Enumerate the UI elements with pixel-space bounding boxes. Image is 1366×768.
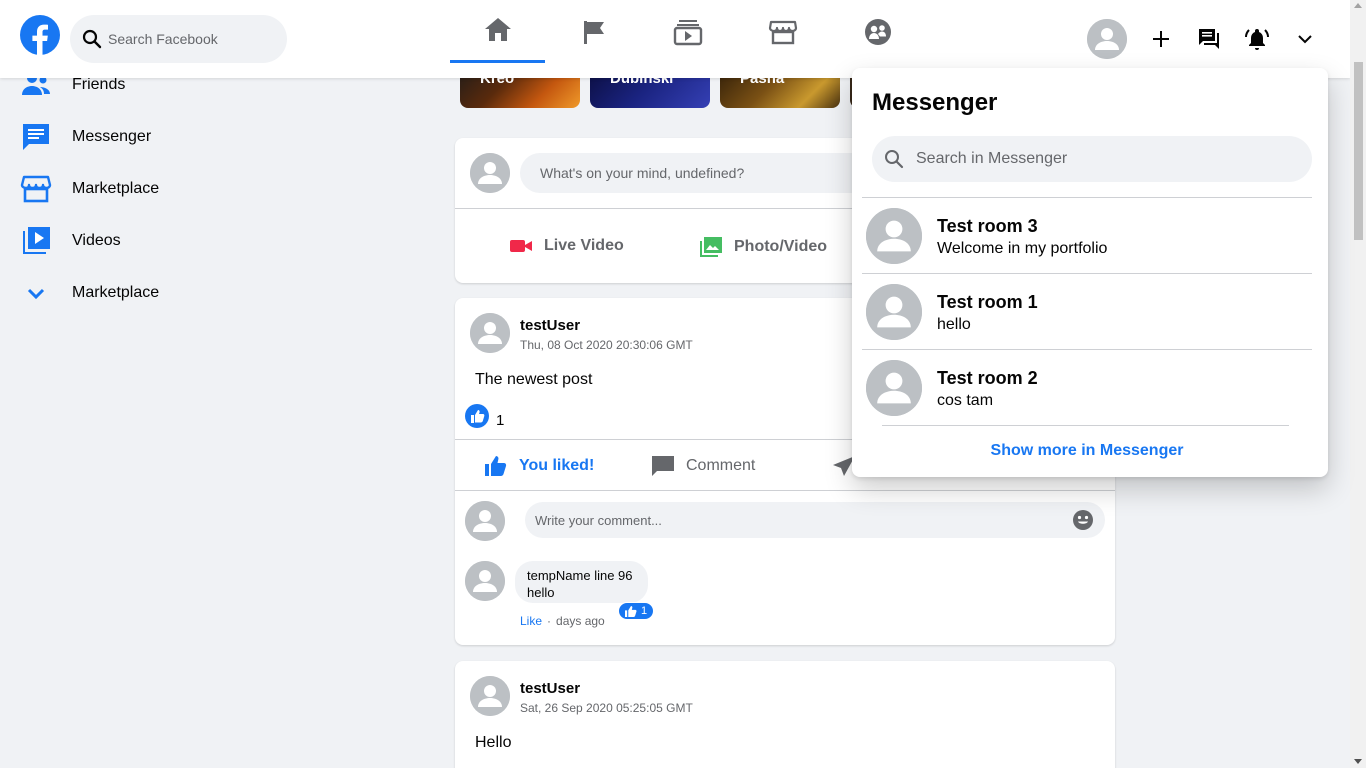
avatar[interactable] <box>465 561 505 601</box>
post-date: Sat, 26 Sep 2020 05:25:05 GMT <box>520 701 693 715</box>
like-label: You liked! <box>519 457 595 474</box>
sidebar-item-label: Messenger <box>72 128 152 145</box>
sidebar-item-marketplace[interactable]: Marketplace <box>20 169 159 209</box>
messenger-icon <box>20 121 52 153</box>
avatar[interactable] <box>470 313 510 353</box>
messenger-chat-icon[interactable] <box>1197 27 1221 51</box>
live-video-button[interactable]: Live Video <box>510 237 624 255</box>
flag-icon <box>583 20 604 44</box>
comment-input[interactable]: Write your comment... <box>525 502 1105 538</box>
plus-icon[interactable] <box>1149 27 1173 51</box>
room-last-message: Welcome in my portfolio <box>937 240 1108 257</box>
comment-bubble: tempName line 96 hello <box>515 561 648 603</box>
avatar[interactable] <box>470 676 510 716</box>
comment-time: days ago <box>556 614 605 628</box>
photo-video-label: Photo/Video <box>734 238 828 255</box>
sidebar-item-messenger[interactable]: Messenger <box>20 117 151 157</box>
chevron-down-icon[interactable] <box>1293 27 1317 51</box>
top-navigation-bar <box>0 0 1350 78</box>
room-last-message: cos tam <box>937 392 994 409</box>
divider <box>882 425 1289 426</box>
avatar <box>866 208 922 264</box>
search-icon <box>82 29 102 49</box>
chat-room-item[interactable]: Test room 1 hello <box>862 273 1312 349</box>
facebook-logo-icon[interactable] <box>20 15 60 55</box>
room-name: Test room 1 <box>937 292 1038 312</box>
search-input[interactable] <box>108 31 278 47</box>
post-author[interactable]: testUser <box>520 317 580 334</box>
divider <box>455 490 1115 491</box>
home-icon <box>484 18 511 41</box>
tab-home[interactable] <box>450 0 545 63</box>
messenger-search[interactable] <box>872 136 1312 182</box>
room-name: Test room 2 <box>937 368 1038 388</box>
comment-like-badge: 1 <box>618 602 655 620</box>
sidebar-item-label: Marketplace <box>72 284 160 301</box>
sidebar-item-see-more[interactable]: Marketplace <box>20 273 159 313</box>
comment-button[interactable]: Comment <box>652 456 755 476</box>
post-author[interactable]: testUser <box>520 680 580 697</box>
room-name: Test room 3 <box>937 216 1038 236</box>
tab-groups[interactable] <box>830 0 925 63</box>
sidebar-item-label: Marketplace <box>72 180 160 197</box>
separator-dot: · <box>547 614 552 628</box>
like-button[interactable]: You liked! <box>485 456 594 476</box>
like-count[interactable]: 1 <box>496 412 504 429</box>
comment-author[interactable]: tempName line 96 <box>527 568 633 583</box>
room-last-message: hello <box>937 316 971 333</box>
videos-icon <box>20 225 52 257</box>
tab-pages[interactable] <box>546 0 641 63</box>
scrollbar-thumb[interactable] <box>1354 62 1363 240</box>
bell-icon[interactable] <box>1245 27 1269 51</box>
sidebar-item-videos[interactable]: Videos <box>20 221 121 261</box>
scroll-down-arrow-icon[interactable] <box>1354 759 1362 764</box>
comment-text: hello <box>527 585 555 600</box>
comment-like-link[interactable]: Like <box>520 614 542 628</box>
chat-room-item[interactable]: Test room 3 Welcome in my portfolio <box>862 197 1312 273</box>
page-scrollbar[interactable] <box>1350 0 1366 768</box>
avatar <box>866 360 922 416</box>
live-video-label: Live Video <box>544 237 624 254</box>
video-camera-icon <box>510 240 532 252</box>
avatar <box>470 153 510 193</box>
profile-avatar[interactable] <box>1087 19 1127 59</box>
post-text: The newest post <box>475 371 593 388</box>
comment-like-count: 1 <box>641 605 648 617</box>
marketplace-icon <box>20 173 52 205</box>
sidebar-item-label: Videos <box>72 232 121 249</box>
avatar <box>866 284 922 340</box>
post-date: Thu, 08 Oct 2020 20:30:06 GMT <box>520 338 693 352</box>
watch-icon <box>673 19 702 45</box>
emoji-icon[interactable] <box>1073 510 1093 530</box>
photo-icon <box>700 237 722 257</box>
facebook-search[interactable] <box>70 15 287 63</box>
messenger-title: Messenger <box>872 89 998 116</box>
comment-icon <box>652 456 674 476</box>
chevron-down-icon <box>20 277 52 309</box>
show-more-messenger-link[interactable]: Show more in Messenger <box>852 442 1322 460</box>
scroll-up-arrow-icon[interactable] <box>1354 3 1362 8</box>
status-input-placeholder: What's on your mind, undefined? <box>540 165 745 181</box>
chat-room-item[interactable]: Test room 2 cos tam <box>862 349 1312 425</box>
thumbs-up-icon <box>485 456 507 476</box>
comment-actions: Like · days ago <box>520 614 605 628</box>
messenger-dropdown: Messenger Test room 3 Welcome in my port… <box>852 68 1328 477</box>
search-icon <box>885 150 904 169</box>
tab-watch[interactable] <box>640 0 735 63</box>
comment-label: Comment <box>686 457 756 474</box>
groups-icon <box>864 18 891 45</box>
photo-video-button[interactable]: Photo/Video <box>700 237 827 257</box>
thumbs-up-icon <box>625 605 637 617</box>
post-card: testUser Sat, 26 Sep 2020 05:25:05 GMT H… <box>455 661 1115 768</box>
sidebar-item-label: Friends <box>72 76 126 93</box>
marketplace-icon <box>768 20 797 44</box>
tab-marketplace[interactable] <box>735 0 830 63</box>
post-text: Hello <box>475 734 512 751</box>
like-reaction-icon <box>465 404 489 428</box>
avatar <box>465 501 505 541</box>
messenger-search-input[interactable] <box>916 150 1296 168</box>
comment-input-placeholder: Write your comment... <box>535 512 662 528</box>
